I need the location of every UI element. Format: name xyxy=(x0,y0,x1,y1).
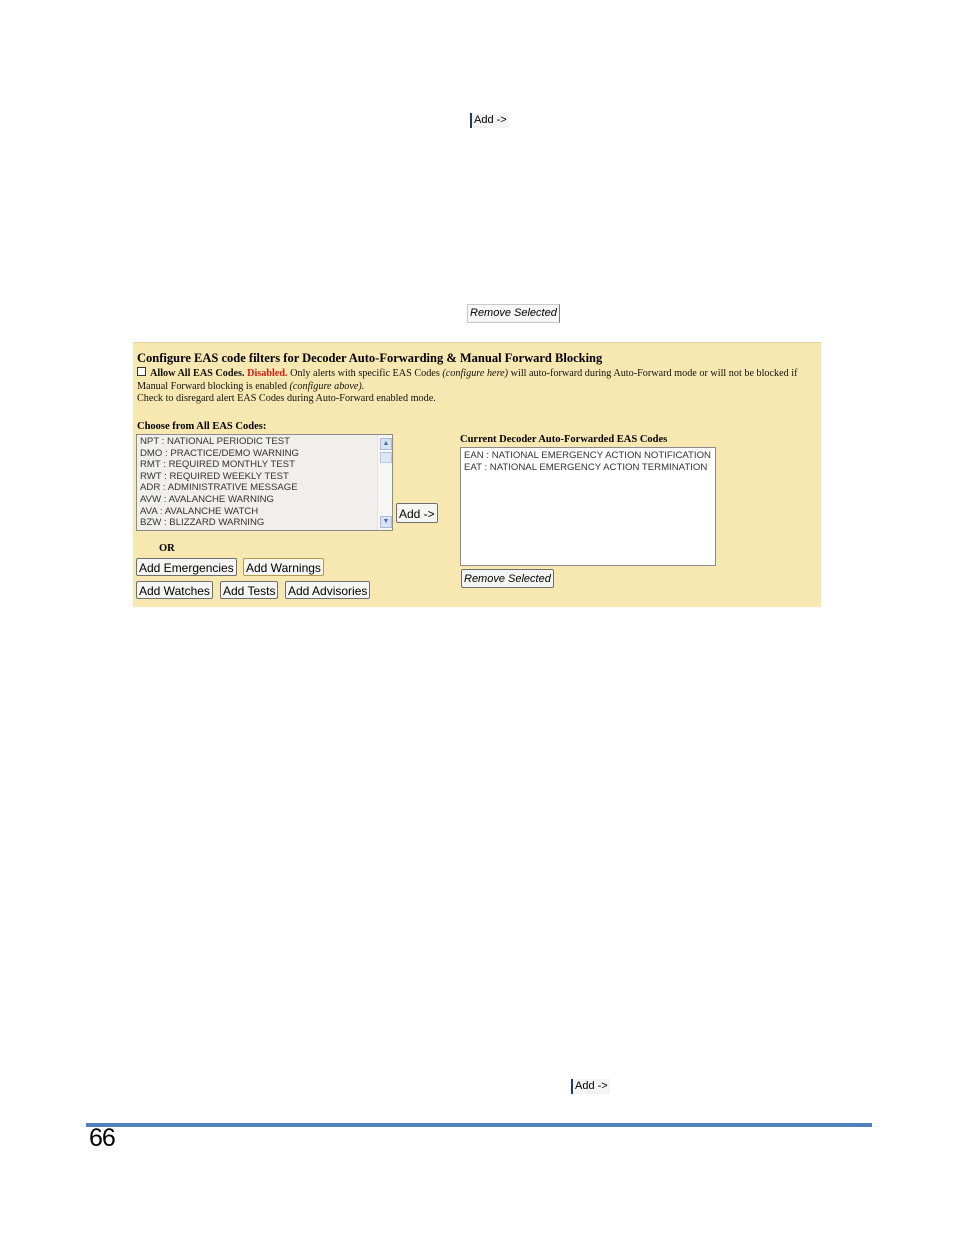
eas-filter-panel: Configure EAS code filters for Decoder A… xyxy=(133,342,821,607)
scroll-down-icon[interactable]: ▼ xyxy=(380,516,392,528)
add-button-inline-top[interactable]: Add -> xyxy=(470,113,509,128)
list-item[interactable]: AVA : AVALANCHE WATCH xyxy=(137,506,392,518)
all-codes-label: Choose from All EAS Codes: xyxy=(137,421,267,432)
list-item[interactable]: EAN : NATIONAL EMERGENCY ACTION NOTIFICA… xyxy=(461,450,715,462)
list-item[interactable]: NPT : NATIONAL PERIODIC TEST xyxy=(137,436,392,448)
or-label: OR xyxy=(159,543,175,554)
desc-text-1: Only alerts with specific EAS Codes xyxy=(290,368,440,379)
list-item[interactable]: RWT : REQUIRED WEEKLY TEST xyxy=(137,471,392,483)
list-item[interactable]: AVW : AVALANCHE WARNING xyxy=(137,494,392,506)
add-tests-button[interactable]: Add Tests xyxy=(220,581,279,599)
add-button[interactable]: Add -> xyxy=(396,503,438,523)
panel-title: Configure EAS code filters for Decoder A… xyxy=(137,351,603,365)
scrollbar[interactable]: ▲ ▼ xyxy=(377,435,392,530)
scroll-up-icon[interactable]: ▲ xyxy=(380,438,392,450)
remove-selected-button-inline[interactable]: Remove Selected xyxy=(467,304,560,323)
list-item[interactable]: BZW : BLIZZARD WARNING xyxy=(137,517,392,529)
list-item[interactable]: EAT : NATIONAL EMERGENCY ACTION TERMINAT… xyxy=(461,462,715,474)
allow-all-checkbox[interactable] xyxy=(137,367,146,376)
remove-selected-button[interactable]: Remove Selected xyxy=(461,569,554,588)
configure-above-link[interactable]: (configure above). xyxy=(290,381,365,392)
add-emergencies-button[interactable]: Add Emergencies xyxy=(136,558,237,576)
panel-description: Allow All EAS Codes. Disabled. Only aler… xyxy=(137,367,807,406)
desc-text-3: Check to disregard alert EAS Codes durin… xyxy=(137,393,436,404)
allow-all-label: Allow All EAS Codes. xyxy=(150,368,245,379)
add-warnings-button[interactable]: Add Warnings xyxy=(243,558,324,576)
add-advisories-button[interactable]: Add Advisories xyxy=(285,581,371,599)
page-number: 66 xyxy=(89,1124,116,1152)
current-codes-listbox[interactable]: EAN : NATIONAL EMERGENCY ACTION NOTIFICA… xyxy=(460,447,716,566)
add-button-inline-bottom[interactable]: Add -> xyxy=(571,1079,610,1094)
add-watches-button[interactable]: Add Watches xyxy=(136,581,213,599)
list-item[interactable]: ADR : ADMINISTRATIVE MESSAGE xyxy=(137,482,392,494)
list-item[interactable]: DMO : PRACTICE/DEMO WARNING xyxy=(137,448,392,460)
scroll-thumb[interactable] xyxy=(380,452,392,463)
current-codes-label: Current Decoder Auto-Forwarded EAS Codes xyxy=(460,434,668,445)
configure-here-link[interactable]: (configure here) xyxy=(442,368,508,379)
footer-rule xyxy=(86,1123,872,1127)
status-disabled: Disabled. xyxy=(247,368,288,379)
all-codes-listbox[interactable]: NPT : NATIONAL PERIODIC TEST DMO : PRACT… xyxy=(136,434,393,531)
list-item[interactable]: RMT : REQUIRED MONTHLY TEST xyxy=(137,459,392,471)
